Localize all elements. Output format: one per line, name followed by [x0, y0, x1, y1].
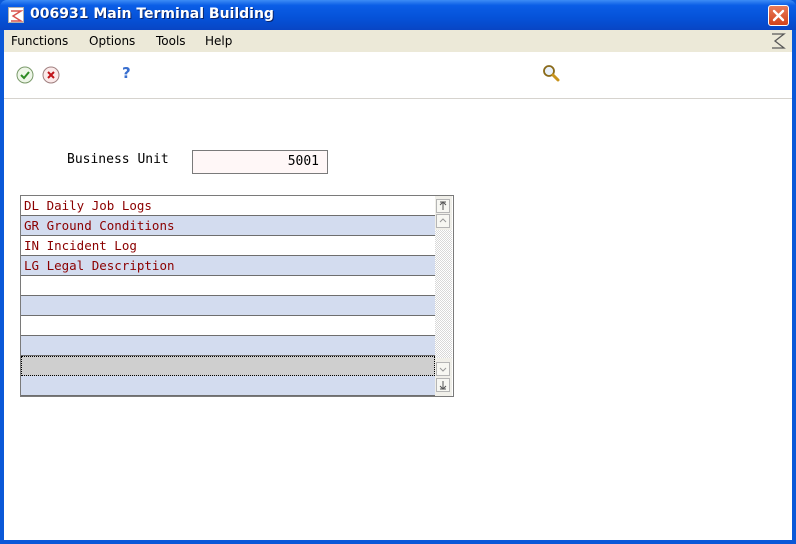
business-unit-field[interactable]: 5001	[192, 150, 328, 174]
menu-help[interactable]: Help	[205, 34, 232, 48]
list-item[interactable]: LG Legal Description	[21, 256, 435, 276]
business-unit-label: Business Unit	[67, 152, 169, 167]
title-bar[interactable]: 006931 Main Terminal Building	[0, 0, 796, 30]
ok-button[interactable]	[16, 66, 34, 84]
scroll-bottom-icon	[439, 381, 447, 390]
menu-bar: Functions Options Tools Help	[4, 30, 792, 53]
list-item[interactable]	[21, 336, 435, 356]
find-button[interactable]	[542, 64, 560, 82]
toolbar: ?	[4, 52, 792, 99]
list-item[interactable]: DL Daily Job Logs	[21, 196, 435, 216]
list-item-selected[interactable]	[21, 356, 435, 376]
cancel-icon	[42, 66, 60, 84]
list-item[interactable]	[21, 276, 435, 296]
app-window: 006931 Main Terminal Building Functions …	[0, 0, 796, 544]
check-icon	[16, 66, 34, 84]
scroll-up-icon	[439, 218, 447, 223]
jde-logo-icon	[770, 33, 786, 49]
vertical-scrollbar[interactable]	[435, 196, 452, 396]
window-title: 006931 Main Terminal Building	[30, 6, 274, 22]
close-icon	[772, 9, 785, 22]
scroll-top-icon	[439, 201, 447, 210]
scroll-bottom-button[interactable]	[436, 378, 450, 392]
help-icon: ?	[122, 64, 131, 82]
help-button[interactable]: ?	[118, 64, 136, 82]
scroll-track[interactable]	[435, 230, 452, 358]
menu-options[interactable]: Options	[89, 34, 135, 48]
list-grid: DL Daily Job Logs GR Ground Conditions I…	[20, 195, 454, 397]
close-button[interactable]	[768, 5, 789, 26]
form-area: Business Unit 5001 DL Daily Job Logs GR …	[4, 99, 792, 540]
scroll-up-button[interactable]	[436, 214, 450, 228]
client-area: Functions Options Tools Help ? Business …	[4, 30, 792, 540]
menu-functions[interactable]: Functions	[11, 34, 68, 48]
menu-tools[interactable]: Tools	[156, 34, 186, 48]
scroll-down-icon	[439, 367, 447, 372]
scroll-top-button[interactable]	[436, 199, 450, 213]
cancel-button[interactable]	[42, 66, 60, 84]
list-item[interactable]: IN Incident Log	[21, 236, 435, 256]
scroll-down-button[interactable]	[436, 362, 450, 376]
list-item[interactable]	[21, 296, 435, 316]
search-icon	[543, 65, 560, 82]
svg-text:?: ?	[122, 64, 131, 82]
app-logo-icon	[8, 7, 24, 23]
list-item[interactable]	[21, 316, 435, 336]
list-item[interactable]: GR Ground Conditions	[21, 216, 435, 236]
list-item[interactable]	[21, 376, 435, 396]
